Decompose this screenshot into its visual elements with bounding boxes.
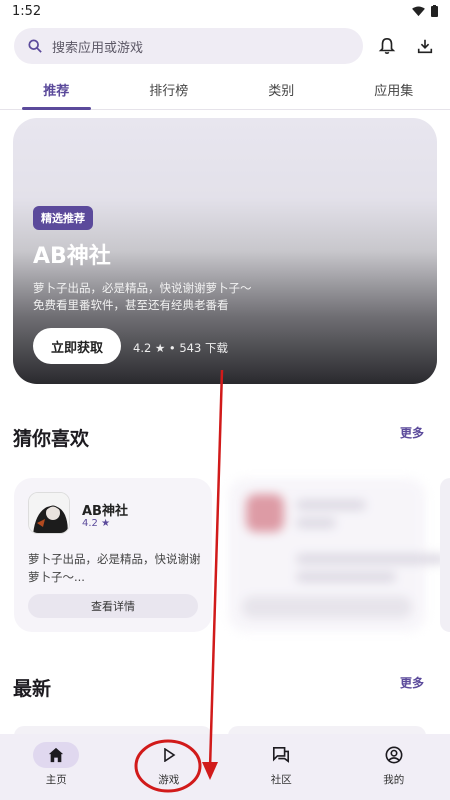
- app-card[interactable]: AB神社 4.2 ★ 萝卜子出品，必是精品，快说谢谢萝卜子～... 查看详情: [14, 478, 212, 632]
- nav-pill: [146, 742, 192, 768]
- nav-item-home[interactable]: 主页: [0, 734, 113, 800]
- nav-pill: [258, 742, 304, 768]
- blurred-text: [296, 572, 396, 582]
- battery-icon: [431, 5, 438, 17]
- banner-title: AB神社: [33, 244, 111, 269]
- featured-badge: 精选推荐: [33, 206, 93, 230]
- play-icon: [163, 748, 176, 762]
- blurred-text: [296, 554, 446, 564]
- home-icon: [49, 747, 64, 763]
- tab-recommend[interactable]: 推荐: [0, 80, 113, 110]
- app-card-blurred[interactable]: [228, 478, 446, 632]
- bell-icon: [379, 37, 396, 55]
- nav-item-community[interactable]: 社区: [225, 734, 338, 800]
- blurred-button: [242, 596, 412, 618]
- app-rating: 4.2 ★: [82, 518, 111, 529]
- search-icon: [28, 39, 42, 53]
- nav-label: 我的: [383, 774, 405, 786]
- section-title-guess: 猜你喜欢: [13, 428, 90, 450]
- wifi-icon: [412, 5, 425, 16]
- app-description: 萝卜子出品，必是精品，快说谢谢萝卜子～...: [28, 552, 201, 584]
- nav-label: 社区: [270, 774, 292, 786]
- blurred-text: [296, 518, 336, 528]
- nav-item-games[interactable]: 游戏: [113, 734, 226, 800]
- get-now-button[interactable]: 立即获取: [33, 328, 121, 364]
- download-icon: [418, 39, 433, 54]
- search-input[interactable]: 搜索应用或游戏: [14, 28, 363, 64]
- app-artwork-icon: [29, 493, 69, 533]
- blurred-app-icon: [246, 494, 284, 532]
- banner-description: 萝卜子出品，必是精品，快说谢谢萝卜子～ 免费看里番软件，甚至还有经典老番看: [33, 280, 252, 314]
- banner-desc-line1: 萝卜子出品，必是精品，快说谢谢萝卜子～: [33, 281, 252, 295]
- view-details-button[interactable]: 查看详情: [28, 594, 198, 618]
- featured-banner[interactable]: 精选推荐 AB神社 萝卜子出品，必是精品，快说谢谢萝卜子～ 免费看里番软件，甚至…: [13, 118, 437, 384]
- more-link-latest[interactable]: 更多: [400, 674, 424, 691]
- nav-pill: [33, 742, 80, 768]
- bottom-navigation: 主页 游戏 社区 我的: [0, 734, 450, 800]
- search-placeholder: 搜索应用或游戏: [52, 40, 144, 56]
- nav-pill: [371, 742, 417, 768]
- app-icon: [28, 492, 70, 534]
- banner-meta: 4.2 ★ • 543 下载: [133, 341, 228, 355]
- nav-label: 主页: [45, 774, 67, 786]
- download-button[interactable]: [412, 33, 438, 59]
- section-title-latest: 最新: [13, 678, 52, 700]
- tab-categories[interactable]: 类别: [225, 80, 338, 109]
- profile-icon: [385, 746, 403, 764]
- status-bar: 1:52: [0, 0, 450, 22]
- chat-icon: [273, 746, 290, 763]
- app-name: AB神社: [82, 504, 128, 519]
- blurred-text: [296, 500, 366, 510]
- app-card-partial[interactable]: [440, 478, 450, 632]
- search-row: 搜索应用或游戏: [14, 28, 438, 64]
- status-icons: [412, 5, 438, 17]
- nav-item-profile[interactable]: 我的: [338, 734, 450, 800]
- category-tabs: 推荐 排行榜 类别 应用集: [0, 80, 450, 110]
- tab-collections[interactable]: 应用集: [338, 80, 450, 109]
- nav-label: 游戏: [158, 774, 180, 786]
- notification-button[interactable]: [375, 33, 401, 59]
- more-link-guess[interactable]: 更多: [400, 424, 424, 441]
- status-time: 1:52: [12, 3, 42, 19]
- banner-desc-line2: 免费看里番软件，甚至还有经典老番看: [33, 298, 229, 312]
- tab-ranking[interactable]: 排行榜: [113, 80, 226, 109]
